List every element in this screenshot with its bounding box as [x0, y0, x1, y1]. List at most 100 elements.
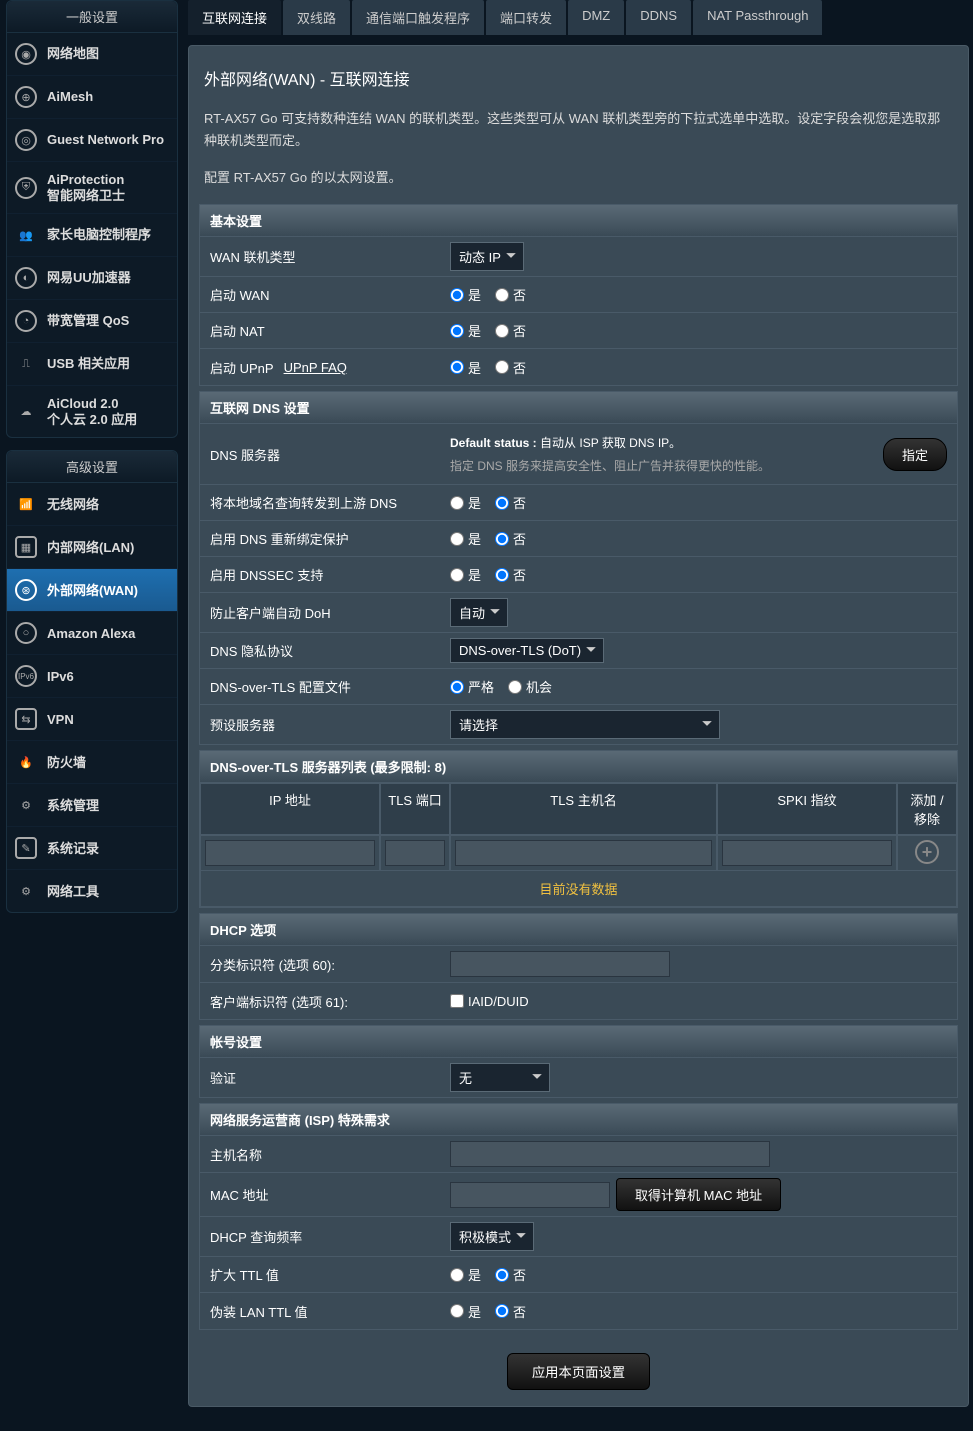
enable-nat-no[interactable]: 否	[495, 321, 526, 340]
preset-label: 预设服务器	[200, 705, 440, 744]
dnssec-yes[interactable]: 是	[450, 565, 481, 584]
dns-forward-no[interactable]: 否	[495, 493, 526, 512]
doh-select[interactable]: 自动	[450, 598, 508, 627]
dns-default-status: Default status : 自动从 ISP 获取 DNS IP。	[450, 434, 877, 451]
dot-opportunistic[interactable]: 机会	[508, 677, 552, 696]
tab-dmz[interactable]: DMZ	[568, 0, 624, 35]
dhcp-freq-label: DHCP 查询频率	[200, 1217, 440, 1256]
enable-upnp-no[interactable]: 否	[495, 358, 526, 377]
sidebar-item-aimesh[interactable]: ⊕AiMesh	[7, 76, 177, 119]
tab-ddns[interactable]: DDNS	[626, 0, 691, 35]
sidebar-item-alexa[interactable]: ○Amazon Alexa	[7, 612, 177, 655]
apply-button[interactable]: 应用本页面设置	[507, 1353, 650, 1390]
sidebar-item-tools[interactable]: ⚙网络工具	[7, 870, 177, 912]
ttl-yes[interactable]: 是	[450, 1265, 481, 1284]
general-settings-header: 一般设置	[7, 1, 177, 33]
sidebar-item-aicloud[interactable]: ☁AiCloud 2.0 个人云 2.0 应用	[7, 386, 177, 437]
section-account-head: 帐号设置	[200, 1026, 957, 1058]
iaid-duid-checkbox[interactable]: IAID/DUID	[450, 994, 529, 1009]
people-icon: 👥	[15, 224, 37, 246]
dns-rebind-no[interactable]: 否	[495, 529, 526, 548]
lan-ttl-no[interactable]: 否	[495, 1302, 526, 1321]
upnp-faq-link[interactable]: UPnP FAQ	[284, 360, 347, 375]
sidebar-item-wireless[interactable]: 📶无线网络	[7, 483, 177, 526]
tls-col-act: 添加 / 移除	[897, 783, 957, 835]
tls-ip-input[interactable]	[205, 840, 375, 866]
enable-wan-yes[interactable]: 是	[450, 285, 481, 304]
enable-wan-no[interactable]: 否	[495, 285, 526, 304]
sidebar-item-usb[interactable]: ⎍USB 相关应用	[7, 343, 177, 386]
chevron-down-icon	[701, 717, 713, 732]
sidebar-item-admin[interactable]: ⚙系统管理	[7, 784, 177, 827]
tls-spki-input[interactable]	[722, 840, 892, 866]
advanced-settings-header: 高级设置	[7, 451, 177, 483]
enable-upnp-yes[interactable]: 是	[450, 358, 481, 377]
tls-col-port: TLS 端口	[380, 783, 450, 835]
section-basic-head: 基本设置	[200, 205, 957, 237]
vpn-icon: ⇆	[15, 708, 37, 730]
dns-forward-yes[interactable]: 是	[450, 493, 481, 512]
section-isp-head: 网络服务运营商 (ISP) 特殊需求	[200, 1104, 957, 1136]
chevron-down-icon	[489, 605, 501, 620]
sidebar-item-vpn[interactable]: ⇆VPN	[7, 698, 177, 741]
wan-type-select[interactable]: 动态 IP	[450, 242, 524, 271]
chevron-down-icon	[505, 249, 517, 264]
tab-internet[interactable]: 互联网连接	[188, 0, 281, 35]
tab-dualwan[interactable]: 双线路	[283, 0, 350, 35]
ttl-no[interactable]: 否	[495, 1265, 526, 1284]
dnssec-no[interactable]: 否	[495, 565, 526, 584]
dhcp-class-input[interactable]	[450, 951, 670, 977]
dns-rebind-yes[interactable]: 是	[450, 529, 481, 548]
add-tls-button[interactable]: +	[915, 840, 939, 864]
dns-forward-label: 将本地域名查询转发到上游 DNS	[200, 485, 440, 520]
globe-icon: ⊛	[15, 579, 37, 601]
tools-icon: ⚙	[15, 880, 37, 902]
tab-portforward[interactable]: 端口转发	[486, 0, 566, 35]
alexa-icon: ○	[15, 622, 37, 644]
preset-select[interactable]: 请选择	[450, 710, 720, 739]
mac-input[interactable]	[450, 1182, 610, 1208]
dns-rebind-label: 启用 DNS 重新绑定保护	[200, 521, 440, 556]
sidebar-item-qos[interactable]: ◔带宽管理 QoS	[7, 300, 177, 343]
sidebar-item-guest-network[interactable]: ◎Guest Network Pro	[7, 119, 177, 162]
get-mac-button[interactable]: 取得计算机 MAC 地址	[616, 1178, 781, 1211]
dhcp-freq-select[interactable]: 积极模式	[450, 1222, 534, 1251]
gauge-icon: ◐	[15, 267, 37, 289]
enable-nat-yes[interactable]: 是	[450, 321, 481, 340]
tls-host-input[interactable]	[455, 840, 712, 866]
usb-icon: ⎍	[15, 353, 37, 375]
sidebar-item-log[interactable]: ✎系统记录	[7, 827, 177, 870]
enable-wan-label: 启动 WAN	[200, 277, 440, 312]
sidebar-item-lan[interactable]: ▦内部网络(LAN)	[7, 526, 177, 569]
cloud-icon: ☁	[15, 401, 37, 423]
auth-select[interactable]: 无	[450, 1063, 550, 1092]
sidebar-item-parental[interactable]: 👥家长电脑控制程序	[7, 214, 177, 257]
host-input[interactable]	[450, 1141, 770, 1167]
tab-nat[interactable]: NAT Passthrough	[693, 0, 822, 35]
assign-dns-button[interactable]: 指定	[883, 438, 947, 471]
dns-privacy-label: DNS 隐私协议	[200, 633, 440, 668]
chevron-down-icon	[585, 643, 597, 658]
section-dns-head: 互联网 DNS 设置	[200, 392, 957, 424]
dnssec-label: 启用 DNSSEC 支持	[200, 557, 440, 592]
dns-privacy-select[interactable]: DNS-over-TLS (DoT)	[450, 638, 604, 663]
ttl-label: 扩大 TTL 值	[200, 1257, 440, 1292]
lan-icon: ▦	[15, 536, 37, 558]
sidebar-item-ipv6[interactable]: IPv6IPv6	[7, 655, 177, 698]
dot-strict[interactable]: 严格	[450, 677, 494, 696]
tab-porttrigger[interactable]: 通信端口触发程序	[352, 0, 484, 35]
enable-nat-label: 启动 NAT	[200, 313, 440, 348]
sidebar-item-wan[interactable]: ⊛外部网络(WAN)	[7, 569, 177, 612]
sidebar-item-aiprotection[interactable]: ⛨AiProtection 智能网络卫士	[7, 162, 177, 214]
speed-icon: ◔	[15, 310, 37, 332]
page-desc-2: 配置 RT-AX57 Go 的以太网设置。	[199, 167, 958, 204]
sidebar-item-uu[interactable]: ◐网易UU加速器	[7, 257, 177, 300]
wan-type-label: WAN 联机类型	[200, 237, 440, 276]
wifi-icon: ◎	[15, 129, 37, 151]
sidebar-item-firewall[interactable]: 🔥防火墙	[7, 741, 177, 784]
tls-col-spki: SPKI 指纹	[717, 783, 897, 835]
mesh-icon: ⊕	[15, 86, 37, 108]
lan-ttl-yes[interactable]: 是	[450, 1302, 481, 1321]
sidebar-item-network-map[interactable]: ◉网络地图	[7, 33, 177, 76]
tls-port-input[interactable]	[385, 840, 445, 866]
